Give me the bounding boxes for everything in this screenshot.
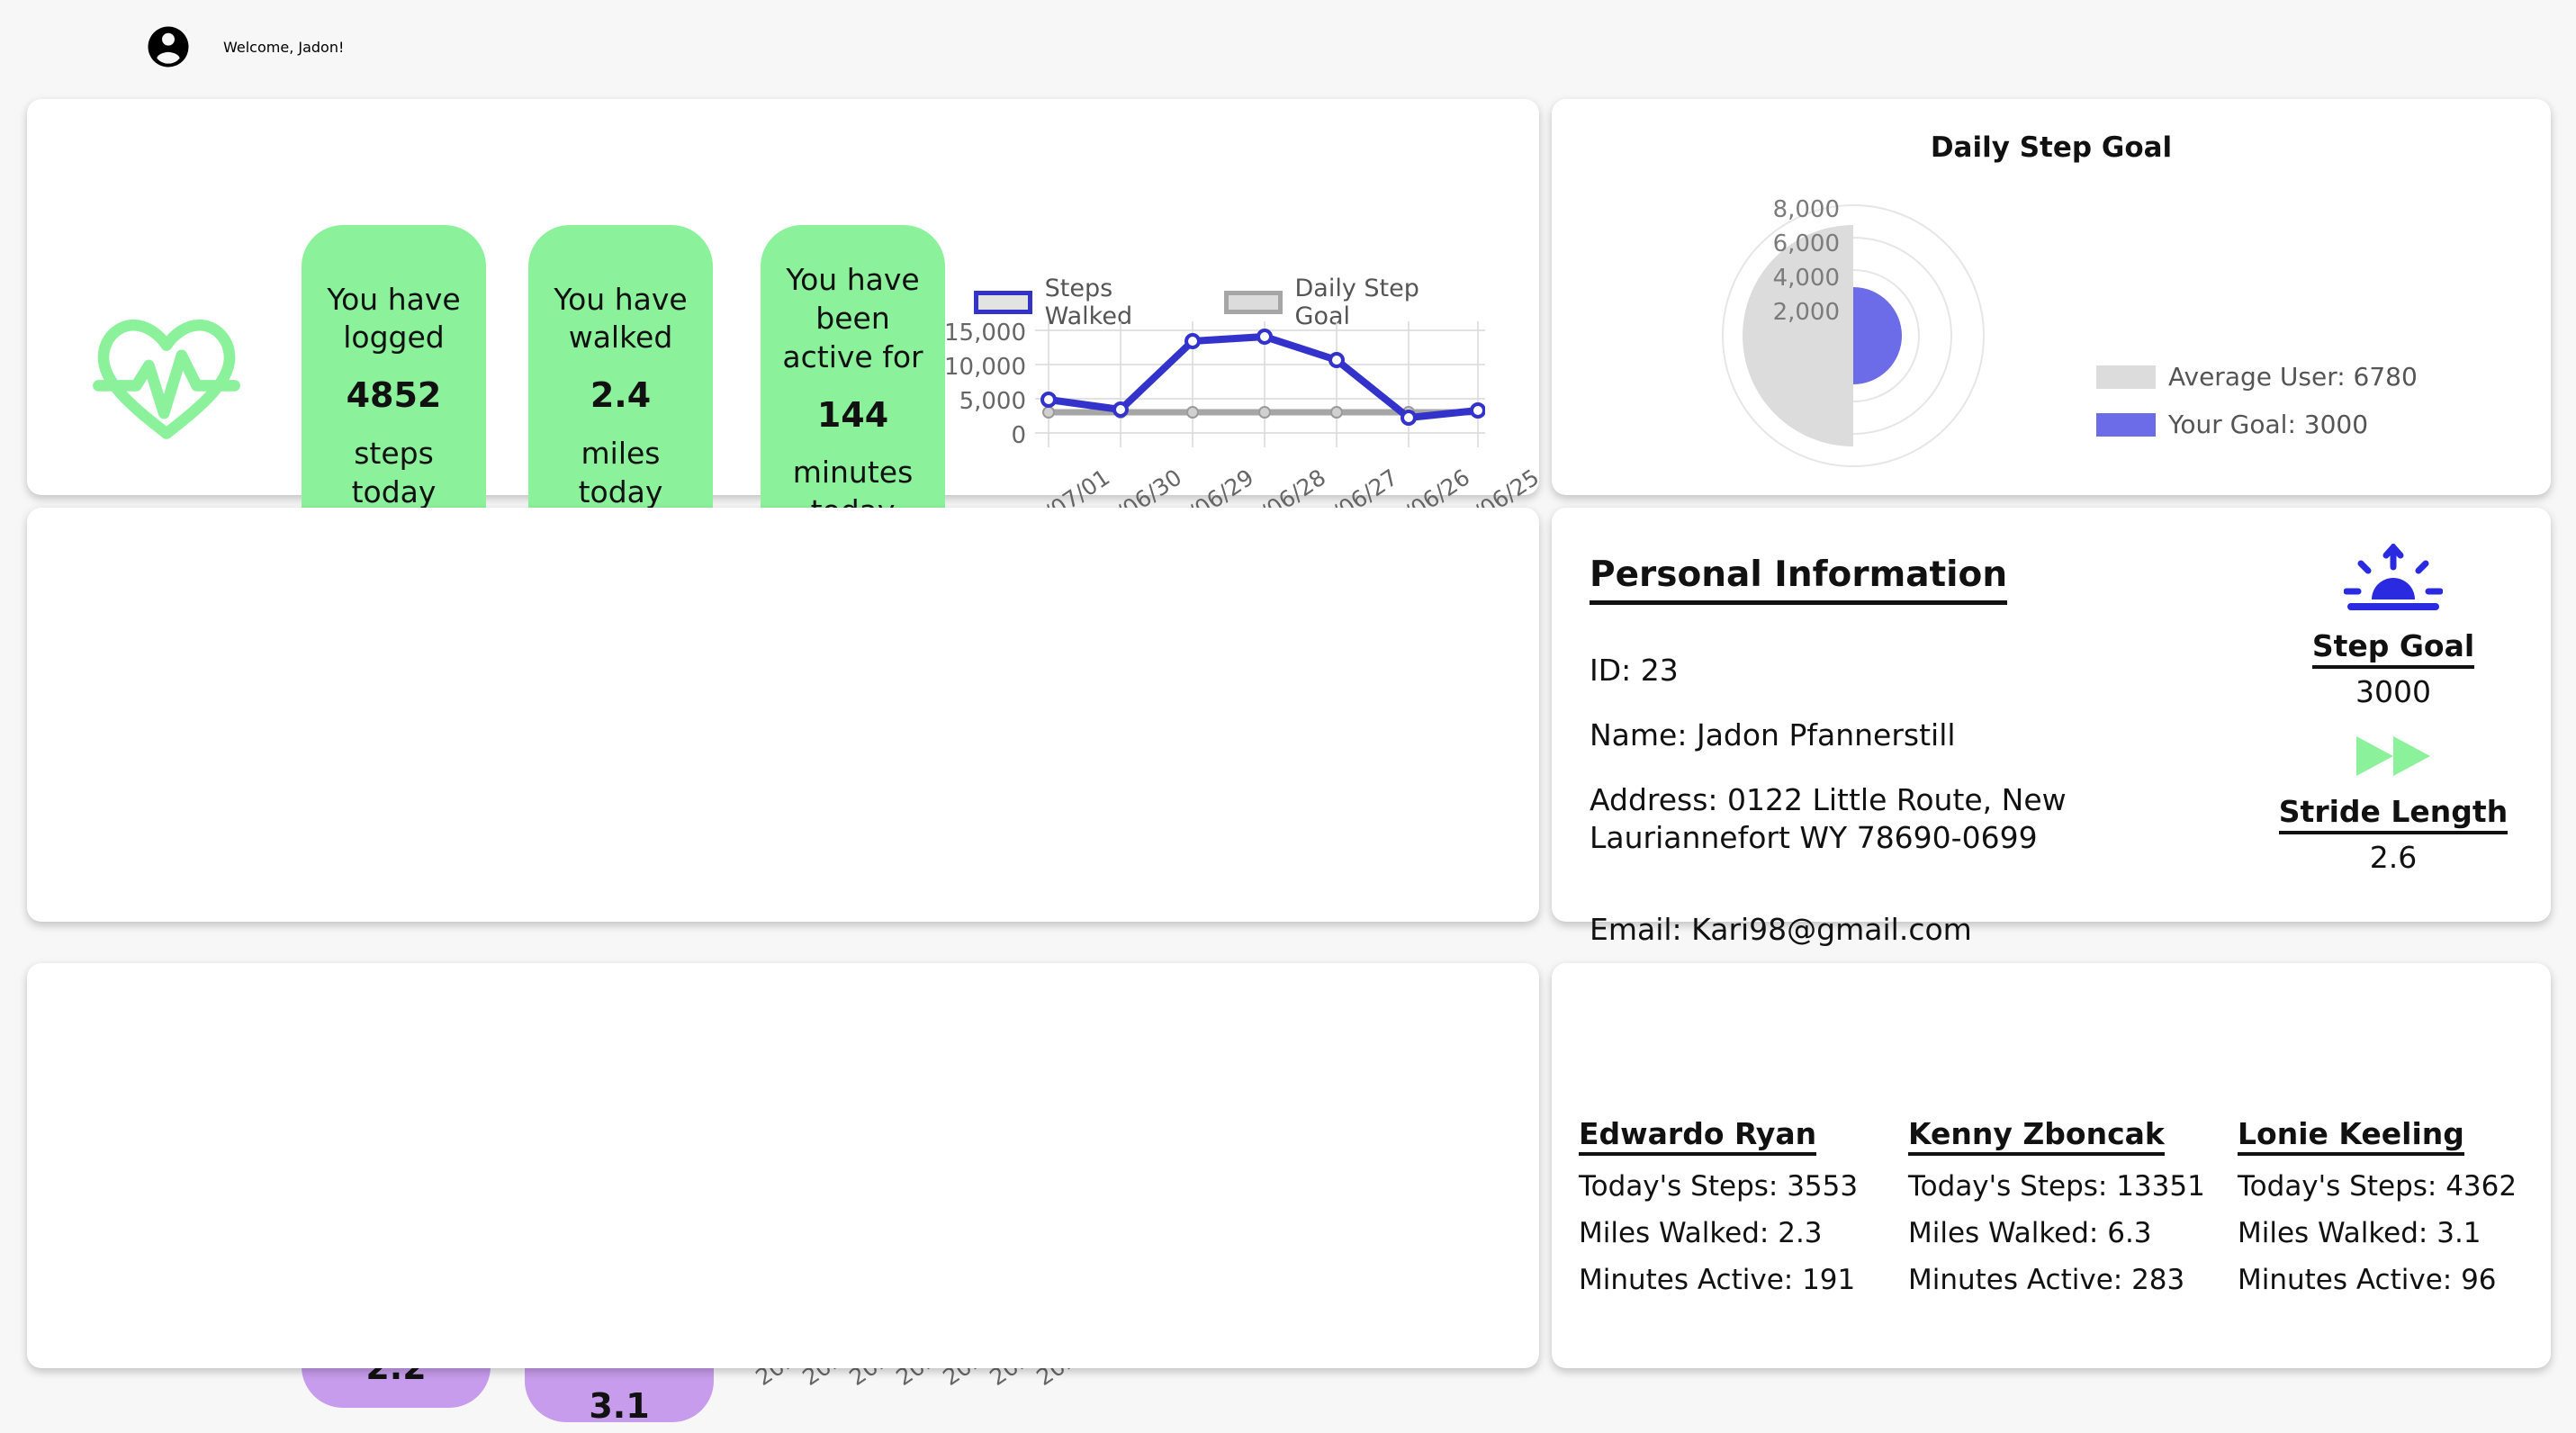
- stat-tile-line2: logged: [343, 320, 445, 356]
- friend-name[interactable]: Kenny Zboncak: [1908, 1116, 2165, 1156]
- stat-tile-line1: You have: [554, 281, 688, 317]
- personal-information-card: Personal Information ID: 23 Name: Jadon …: [1552, 508, 2551, 947]
- friend-steps: Today's Steps: 13351: [1908, 1170, 2205, 1203]
- legend-swatch-icon: [2096, 412, 2156, 437]
- fast-forward-icon: [2356, 736, 2430, 776]
- legend-swatch-icon: [2096, 365, 2156, 389]
- friend-miles: Miles Walked: 3.1: [2238, 1217, 2481, 1249]
- stat-tile-line2: walked: [568, 320, 673, 356]
- stat-tile-value: 144: [816, 394, 889, 435]
- stat-tile-value: 4852: [346, 375, 442, 416]
- chart-title: Daily Step Goal: [1930, 131, 2173, 164]
- account-circle-icon[interactable]: [144, 23, 193, 71]
- legend-label: Average User: 6780: [2168, 362, 2418, 392]
- page-header: Welcome, Jadon!: [0, 0, 2576, 94]
- sunrise-icon: [2344, 544, 2443, 610]
- y-tick-label: 5,000: [959, 388, 1026, 415]
- friend-minutes: Minutes Active: 96: [2238, 1264, 2497, 1296]
- personal-information-heading: Personal Information: [1590, 554, 2008, 605]
- step-goal-widget: Step Goal 3000: [2263, 544, 2524, 709]
- friends-card: Edwardo Ryan Today's Steps: 3553 Miles W…: [1552, 963, 2551, 1368]
- radial-tick-label: 2,000: [1772, 299, 1840, 326]
- dashboard-page: Welcome, Jadon! You have logged 4852 ste…: [0, 0, 2576, 1433]
- friend-column: Lonie Keeling Today's Steps: 4362 Miles …: [2238, 1116, 2562, 1296]
- friend-steps: Today's Steps: 3553: [1579, 1170, 1859, 1203]
- legend-swatch-icon: [1223, 291, 1283, 314]
- legend-item-your-goal: Your Goal: 3000: [2096, 410, 2418, 439]
- stride-length-widget: Stride Length 2.6: [2263, 729, 2524, 875]
- radial-tick-label: 4,000: [1772, 265, 1840, 292]
- y-tick-label: 15,000: [944, 320, 1026, 347]
- steps-plot-area: [1035, 321, 1485, 447]
- stat-tile-line2: active for: [782, 338, 923, 374]
- stat-tile-value: 2.4: [590, 375, 652, 416]
- heartbeat-icon: [93, 319, 240, 439]
- stat-tile-value2: 3.1: [589, 1385, 650, 1426]
- friend-name[interactable]: Lonie Keeling: [2238, 1116, 2464, 1156]
- stat-tile-line1: You have been: [786, 262, 920, 336]
- friend-column: Kenny Zboncak Today's Steps: 13351 Miles…: [1908, 1116, 2232, 1296]
- legend-label: Your Goal: 3000: [2168, 410, 2369, 439]
- personal-id: ID: 23: [1590, 653, 1679, 688]
- stat-tile-line1: You have: [327, 281, 461, 317]
- stride-length-label: Stride Length: [2278, 794, 2508, 834]
- stat-tile-line3: miles today: [578, 435, 663, 509]
- step-goal-value: 3000: [2355, 674, 2431, 709]
- personal-name: Name: Jadon Pfannerstill: [1590, 717, 1956, 753]
- friend-column: Edwardo Ryan Today's Steps: 3553 Miles W…: [1579, 1116, 1903, 1296]
- daily-step-goal-legend: Average User: 6780 Your Goal: 3000: [2096, 362, 2418, 439]
- page-title: Welcome, Jadon!: [223, 38, 345, 56]
- legend-swatch-icon: [974, 291, 1032, 314]
- friend-miles: Miles Walked: 6.3: [1908, 1217, 2152, 1249]
- friend-minutes: Minutes Active: 191: [1579, 1264, 1856, 1296]
- y-tick-label: 0: [1011, 422, 1026, 449]
- activity-card: You have logged 4852 steps today You hav…: [27, 99, 1544, 567]
- friend-minutes: Minutes Active: 283: [1908, 1264, 2185, 1296]
- friend-steps: Today's Steps: 4362: [2238, 1170, 2517, 1203]
- friend-name[interactable]: Edwardo Ryan: [1579, 1116, 1817, 1156]
- personal-email: Email: Kari98@gmail.com: [1590, 912, 1972, 947]
- radial-tick-label: 8,000: [1772, 196, 1840, 223]
- y-tick-label: 10,000: [944, 354, 1026, 381]
- personal-address: Address: 0122 Little Route, New Lauriann…: [1590, 782, 2067, 856]
- daily-step-goal-card: Daily Step Goal 8,000 6,000 4,000 2,000 …: [1552, 99, 2551, 495]
- stat-tile-line3: steps today: [351, 435, 437, 509]
- step-goal-label: Step Goal: [2311, 628, 2475, 669]
- sleep-card: Hours slept: 9.1 Sleep quality: 2.2 Aver…: [27, 508, 1539, 1426]
- radial-tick-label: 6,000: [1772, 230, 1840, 257]
- stride-length-value: 2.6: [2369, 840, 2418, 875]
- friend-miles: Miles Walked: 2.3: [1579, 1217, 1823, 1249]
- legend-item-average-user: Average User: 6780: [2096, 362, 2418, 392]
- water-card: You have drank 100 ounces today Ounces D…: [27, 963, 1539, 1368]
